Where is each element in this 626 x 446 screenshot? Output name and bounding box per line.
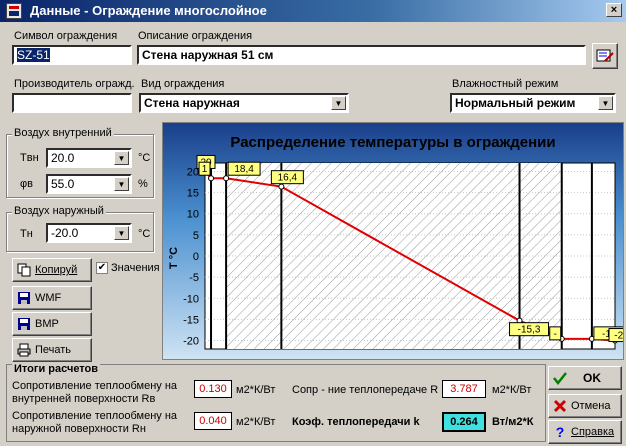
inner-phi-unit: % xyxy=(138,178,148,190)
outer-t-value: -20.0 xyxy=(51,226,79,240)
inner-t-unit: °C xyxy=(138,152,151,164)
y-tick-label: 5 xyxy=(193,230,199,242)
bmp-button[interactable]: BMP xyxy=(12,312,92,336)
data-point xyxy=(278,183,285,190)
k-label: Коэф. теплопередачи k xyxy=(292,416,420,428)
rb-unit: м2*К/Вт xyxy=(236,384,276,396)
r-unit: м2*К/Вт xyxy=(492,384,532,396)
rb-label: Сопротивление теплообмену на внутренней … xyxy=(12,380,178,405)
y-tick-label: 10 xyxy=(187,209,199,221)
point-label: -15,3 xyxy=(518,325,541,336)
rh-value: 0.040 xyxy=(194,412,232,430)
chevron-down-icon[interactable]: ▼ xyxy=(598,96,613,110)
y-tick-label: -20 xyxy=(183,336,199,348)
temperature-chart: Распределение температуры в ограждении T… xyxy=(168,134,626,350)
values-checkbox-label: Значения xyxy=(111,262,160,274)
symbol-value: SZ-51 xyxy=(17,48,50,62)
point-label: - xyxy=(554,329,557,340)
chevron-down-icon[interactable]: ▼ xyxy=(114,151,129,165)
print-button[interactable]: Печать xyxy=(12,338,92,362)
description-input[interactable]: Стена наружная 51 см xyxy=(137,45,586,65)
inner-t-value: 20.0 xyxy=(51,151,75,165)
y-axis-label: T °C xyxy=(168,247,180,269)
outer-t-unit: °C xyxy=(138,228,151,240)
symbol-label: Символ ограждения xyxy=(14,30,118,42)
close-button[interactable]: × xyxy=(606,3,622,17)
cancel-button[interactable]: Отмена xyxy=(548,394,622,418)
inner-phi-select[interactable]: 55.0 ▼ xyxy=(46,174,132,194)
y-tick-label: 15 xyxy=(187,188,199,200)
printer-icon xyxy=(17,343,31,357)
inner-t-label: Tвн xyxy=(20,152,39,164)
manufacturer-label: Производитель огражд. xyxy=(14,78,135,90)
values-checkbox[interactable]: ✔ Значения xyxy=(96,262,160,274)
kind-value: Стена наружная xyxy=(144,96,240,110)
rh-unit: м2*К/Вт xyxy=(236,416,276,428)
help-button[interactable]: ? Справка xyxy=(548,420,622,444)
outer-t-select[interactable]: -20.0 ▼ xyxy=(46,223,132,243)
rh-label: Сопротивление теплообмену на наружной по… xyxy=(12,410,178,435)
ok-button[interactable]: OK xyxy=(548,366,622,390)
inner-phi-value: 55.0 xyxy=(51,177,75,191)
y-tick-label: -5 xyxy=(189,272,199,284)
copy-icon xyxy=(17,263,31,277)
rb-value: 0.130 xyxy=(194,380,232,398)
r-label: Сопр - ние теплопередаче R xyxy=(292,384,439,396)
point-label: 18,4 xyxy=(234,164,254,175)
chart-panel: Распределение температуры в ограждении T… xyxy=(162,122,626,360)
humidity-select[interactable]: Нормальный режим ▼ xyxy=(450,93,616,113)
r-value: 3.787 xyxy=(442,380,486,398)
point-label: 1 xyxy=(202,164,208,175)
checkmark-icon xyxy=(553,372,567,385)
humidity-label: Влажностный режим xyxy=(452,78,559,90)
outer-air-title: Воздух наружный xyxy=(12,205,106,217)
cross-icon xyxy=(553,399,567,413)
bmp-label: BMP xyxy=(35,318,59,330)
chart-title: Распределение температуры в ограждении xyxy=(230,134,555,151)
inner-t-select[interactable]: 20.0 ▼ xyxy=(46,148,132,168)
y-tick-label: -10 xyxy=(183,293,199,305)
description-label: Описание ограждения xyxy=(138,30,253,42)
point-label: -20 xyxy=(614,331,623,342)
print-label: Печать xyxy=(35,344,72,356)
app-icon xyxy=(6,3,22,19)
wmf-button[interactable]: WMF xyxy=(12,286,92,310)
y-tick-label: -15 xyxy=(183,314,199,326)
layer-fill xyxy=(519,163,562,349)
help-label: Справка xyxy=(571,426,615,438)
ok-label: OK xyxy=(583,371,601,385)
edit-description-button[interactable] xyxy=(592,43,618,69)
data-point xyxy=(208,175,215,182)
inner-air-title: Воздух внутренний xyxy=(12,127,114,139)
symbol-input[interactable]: SZ-51 xyxy=(12,45,132,65)
wmf-label: WMF xyxy=(35,292,62,304)
manufacturer-input[interactable] xyxy=(12,93,132,113)
kind-label: Вид ограждения xyxy=(141,78,225,90)
y-tick-label: 0 xyxy=(193,251,199,263)
point-label: 16,4 xyxy=(278,173,298,184)
copy-button[interactable]: Копируй xyxy=(12,258,92,282)
floppy-icon xyxy=(18,318,30,330)
results-title: Итоги расчетов xyxy=(12,363,101,375)
copy-label: Копируй xyxy=(35,264,78,276)
floppy-icon xyxy=(18,292,30,304)
inner-phi-label: φв xyxy=(20,178,33,190)
chevron-down-icon[interactable]: ▼ xyxy=(114,226,129,240)
checkbox-checked-icon[interactable]: ✔ xyxy=(96,262,108,274)
outer-t-label: Tн xyxy=(20,228,33,240)
chevron-down-icon[interactable]: ▼ xyxy=(331,96,346,110)
help-icon: ? xyxy=(555,424,565,440)
window-title: Данные - Ограждение многослойное xyxy=(30,3,267,18)
data-point xyxy=(223,175,230,182)
k-value: 0.264 xyxy=(442,412,486,432)
humidity-value: Нормальный режим xyxy=(455,96,576,110)
cancel-label: Отмена xyxy=(571,400,611,412)
title-bar: Данные - Ограждение многослойное × xyxy=(0,0,626,22)
chevron-down-icon[interactable]: ▼ xyxy=(114,177,129,191)
edit-icon xyxy=(596,49,614,62)
k-unit: Вт/м2*К xyxy=(492,416,534,428)
kind-select[interactable]: Стена наружная ▼ xyxy=(139,93,349,113)
